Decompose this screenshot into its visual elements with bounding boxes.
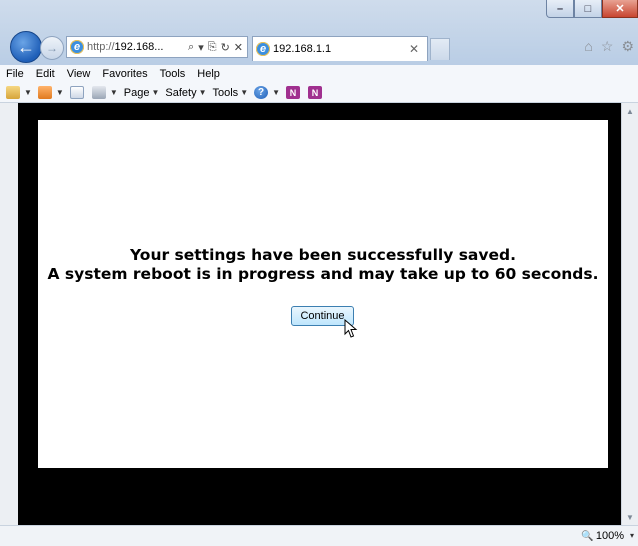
tab-title: 192.168.1.1: [273, 43, 332, 55]
refresh-icon[interactable]: ↻: [221, 41, 230, 54]
ie-tab-icon: e: [256, 42, 270, 56]
mouse-pointer-icon: [344, 319, 358, 338]
page-menu-button[interactable]: Page ▼: [124, 87, 160, 99]
vertical-scrollbar[interactable]: ▲ ▼: [621, 103, 638, 525]
onenote-icon: N: [286, 86, 301, 99]
status-bar: 🔍 100% ▾: [0, 525, 638, 546]
status-message: Your settings have been successfully sav…: [38, 246, 608, 284]
arrow-right-icon: →: [46, 41, 58, 55]
zoom-icon: 🔍: [581, 530, 594, 542]
tools-gear-icon[interactable]: ⚙: [621, 38, 634, 55]
compatibility-view-icon[interactable]: ⎘: [208, 41, 217, 54]
toolbar-right: ⌂ ☆ ⚙: [584, 38, 634, 55]
help-button[interactable]: ? ▼: [254, 86, 280, 99]
help-icon: ?: [254, 86, 269, 99]
menu-help[interactable]: Help: [191, 68, 226, 80]
menu-file[interactable]: File: [0, 68, 30, 80]
home-icon[interactable]: ⌂: [584, 38, 592, 55]
zoom-control[interactable]: 🔍 100%: [581, 530, 624, 542]
favorites-star-icon[interactable]: ☆: [601, 38, 614, 55]
page-viewport: Your settings have been successfully sav…: [18, 103, 622, 525]
onenote-linked-button[interactable]: N: [308, 86, 324, 99]
address-host: 192.168...: [114, 41, 164, 53]
new-tab-button[interactable]: [430, 38, 450, 60]
scroll-down-icon[interactable]: ▼: [622, 509, 638, 525]
print-button[interactable]: ▼: [91, 86, 118, 99]
arrow-left-icon: ←: [17, 36, 35, 57]
title-bar: – □ ✕ ← → e http://192.168... ⌕ ▾ ⎘ ↻ ✕ …: [0, 0, 638, 66]
router-page: Your settings have been successfully sav…: [38, 120, 608, 468]
close-window-button[interactable]: ✕: [602, 0, 638, 18]
page-menu-label: Page: [123, 86, 150, 99]
safety-menu-button[interactable]: Safety ▼: [165, 87, 206, 99]
tab-active[interactable]: e 192.168.1.1 ✕: [252, 36, 428, 61]
back-button[interactable]: ←: [10, 31, 42, 63]
home-button[interactable]: ▼: [6, 86, 32, 99]
forward-button[interactable]: →: [40, 36, 64, 60]
browser-window: – □ ✕ ← → e http://192.168... ⌕ ▾ ⎘ ↻ ✕ …: [0, 0, 638, 546]
close-tab-icon[interactable]: ✕: [409, 42, 419, 56]
reboot-message: A system reboot is in progress and may t…: [47, 265, 599, 283]
zoom-dropdown-icon[interactable]: ▾: [630, 531, 634, 540]
tools-menu-button[interactable]: Tools ▼: [213, 87, 249, 99]
maximize-button[interactable]: □: [574, 0, 602, 18]
minimize-button[interactable]: –: [546, 0, 574, 18]
stop-icon[interactable]: ✕: [234, 41, 243, 54]
saved-message: Your settings have been successfully sav…: [130, 246, 516, 264]
window-controls: – □ ✕: [546, 0, 638, 20]
command-bar: ▼ ▼ ▼ Page ▼ Safety ▼ Tools ▼ ? ▼ N N: [0, 83, 638, 103]
feed-icon: [37, 86, 52, 99]
onenote-linked-icon: N: [308, 86, 323, 99]
menu-edit[interactable]: Edit: [30, 68, 61, 80]
ie-page-icon: e: [70, 40, 84, 54]
menu-bar: File Edit View Favorites Tools Help: [0, 65, 638, 83]
zoom-level: 100%: [595, 530, 624, 542]
scroll-up-icon[interactable]: ▲: [622, 103, 638, 119]
print-icon: [91, 86, 106, 99]
content-left-margin: [0, 103, 18, 525]
onenote-button[interactable]: N: [286, 86, 302, 99]
address-bar[interactable]: e http://192.168... ⌕ ▾ ⎘ ↻ ✕: [66, 36, 248, 58]
menu-tools[interactable]: Tools: [154, 68, 192, 80]
home-icon: [6, 86, 20, 99]
mail-button[interactable]: [69, 86, 86, 99]
menu-favorites[interactable]: Favorites: [96, 68, 153, 80]
safety-menu-label: Safety: [165, 86, 197, 99]
search-icon[interactable]: ⌕: [188, 41, 194, 54]
address-scheme: http://: [87, 41, 115, 53]
mail-icon: [69, 86, 84, 99]
address-tools: ⌕ ▾ ⎘ ↻ ✕: [188, 41, 247, 54]
address-dropdown-icon[interactable]: ▾: [198, 41, 204, 54]
tools-menu-label: Tools: [212, 86, 239, 99]
feeds-button[interactable]: ▼: [37, 86, 64, 99]
menu-view[interactable]: View: [61, 68, 97, 80]
